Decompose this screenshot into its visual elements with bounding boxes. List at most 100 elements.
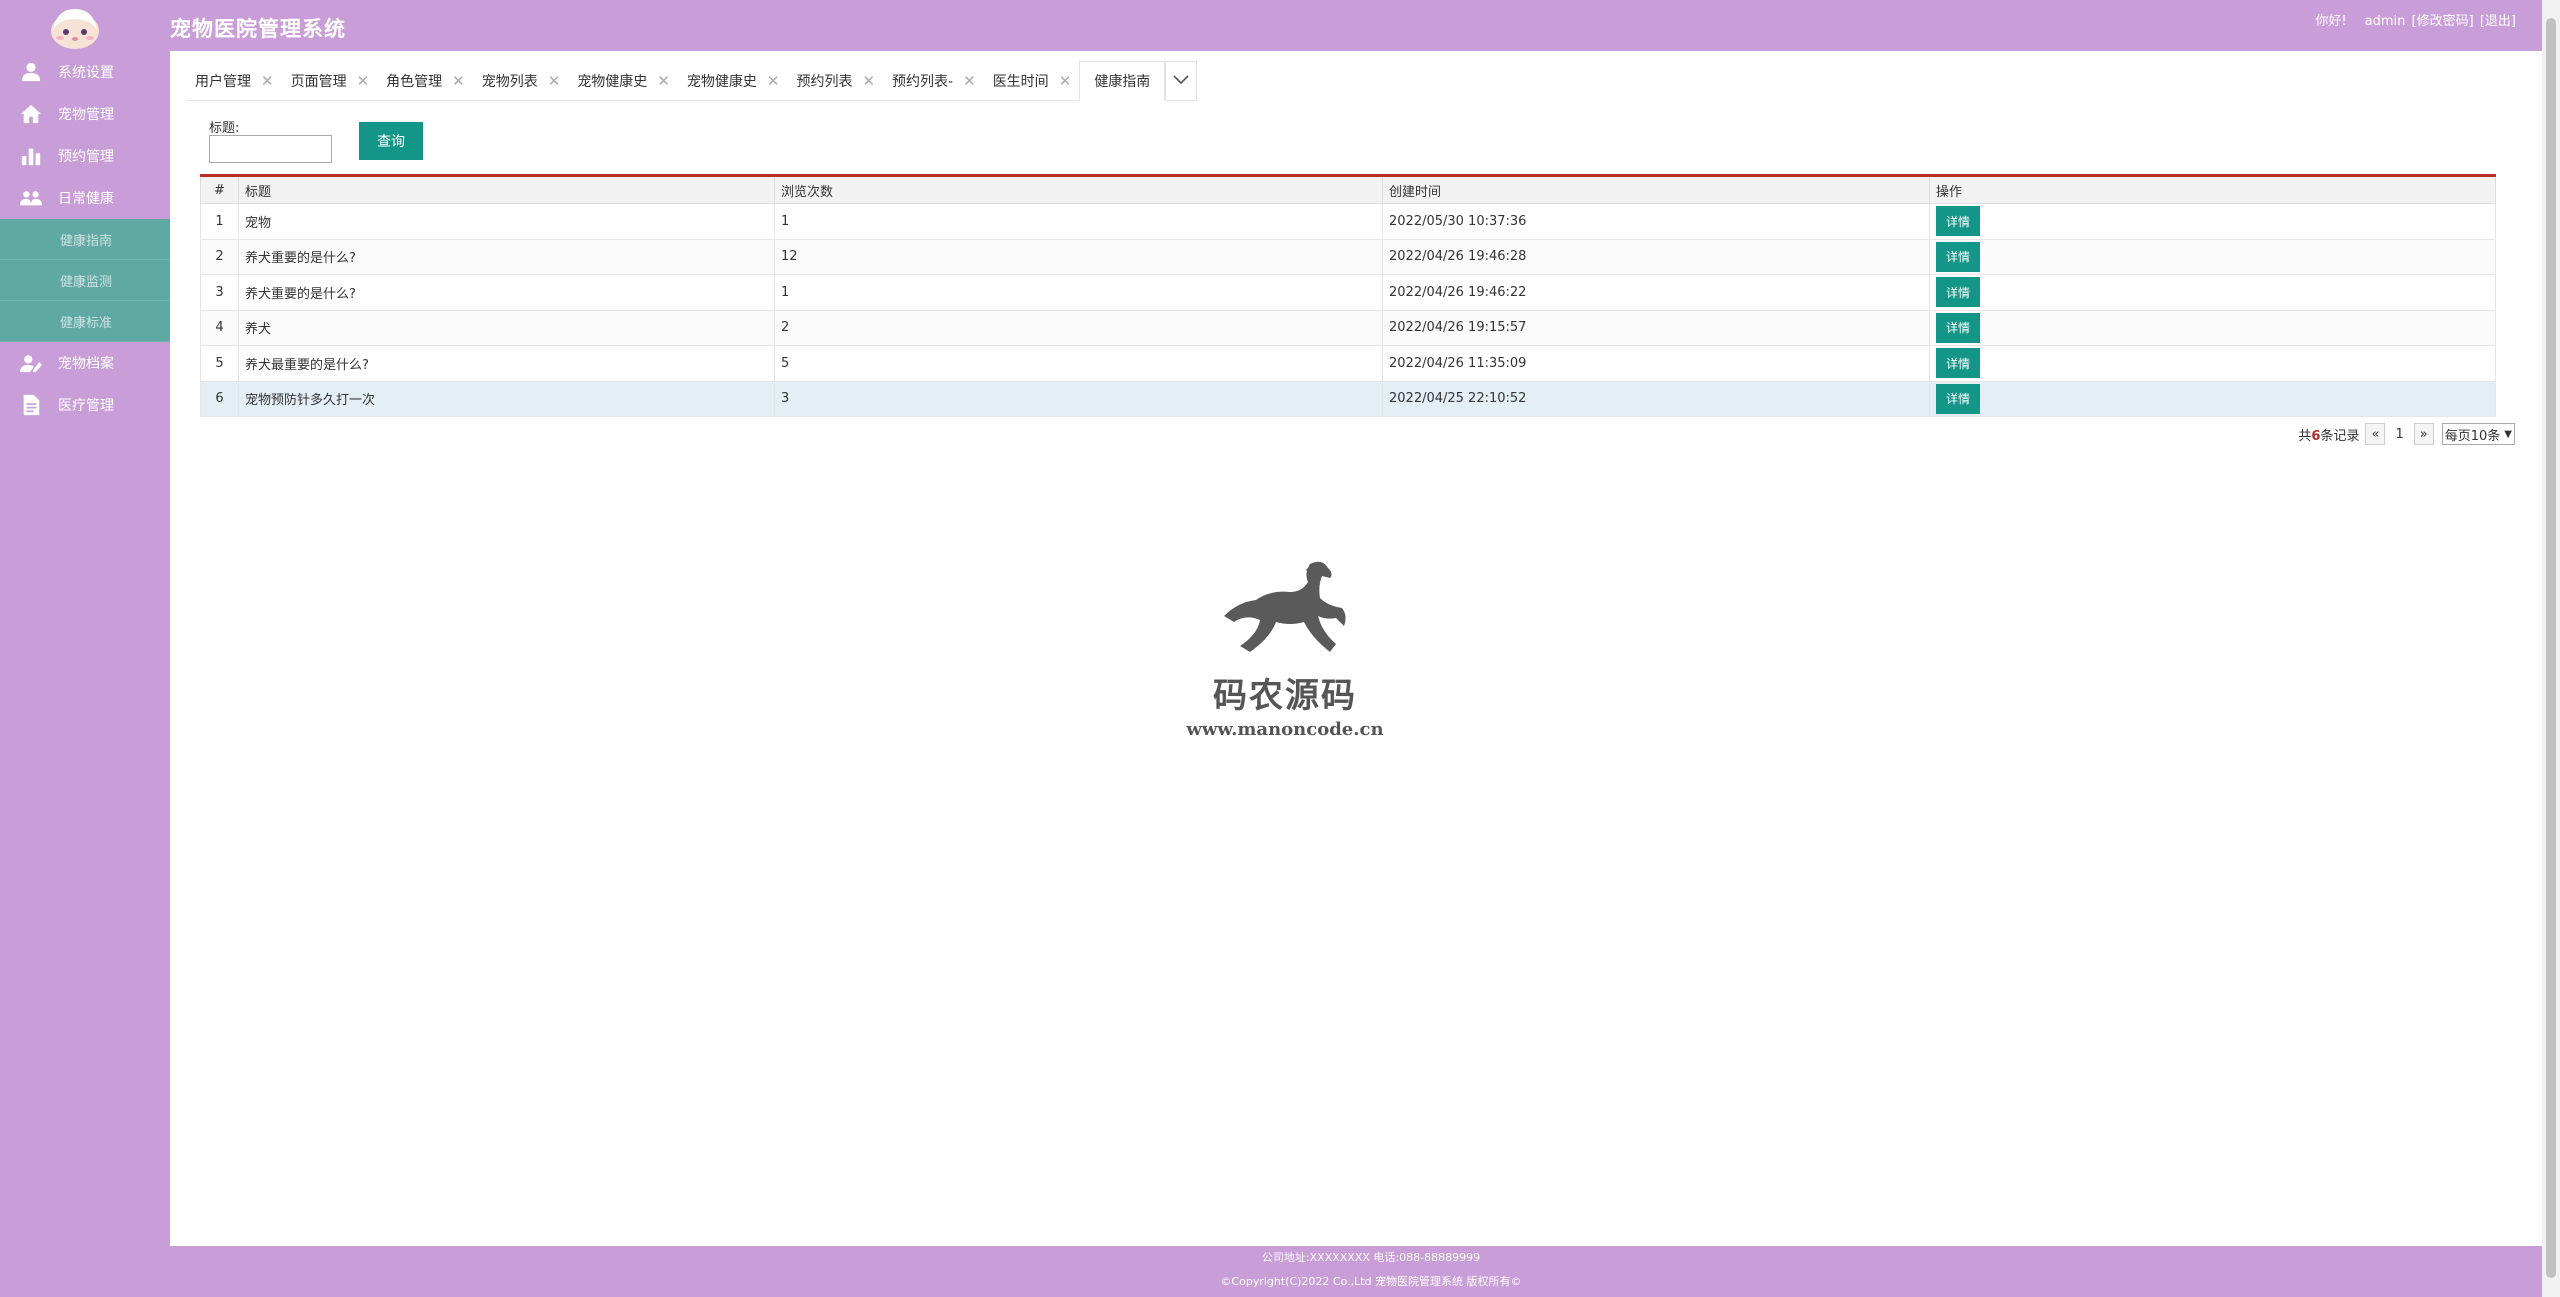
close-icon[interactable]: ✕ <box>657 72 670 90</box>
sidebar-item-daily-health[interactable]: 日常健康 <box>0 177 170 219</box>
chevron-down-icon: ▼ <box>2504 428 2512 440</box>
detail-button[interactable]: 详情 <box>1936 241 1980 272</box>
next-page-button[interactable]: » <box>2413 423 2434 445</box>
page-size-select[interactable]: 每页10条 ▼ <box>2441 423 2515 445</box>
row-title: 养犬重要的是什么? <box>238 238 775 275</box>
top-header: 宠物医院管理系统 你好! admin [修改密码] [退出] <box>0 0 2542 51</box>
table-row: 4 养犬 2 2022/04/26 19:15:57 详情 <box>200 309 2496 346</box>
sidebar-item-system-settings[interactable]: 系统设置 <box>0 51 170 93</box>
sidebar-item-appointment-management[interactable]: 预约管理 <box>0 135 170 177</box>
row-actions: 详情 <box>1929 345 2496 382</box>
watermark-text: 码农源码 <box>1213 676 1357 716</box>
change-password-link[interactable]: [修改密码] <box>2412 14 2474 29</box>
sidebar-subitem-health-standard[interactable]: 健康标准 <box>0 301 170 342</box>
row-title: 养犬最重要的是什么? <box>238 345 775 382</box>
row-title: 养犬 <box>238 309 775 346</box>
tab-label: 页面管理 <box>290 74 347 90</box>
row-views: 1 <box>774 203 1383 240</box>
search-button[interactable]: 查询 <box>359 122 423 160</box>
detail-button[interactable]: 详情 <box>1936 277 1980 308</box>
tab-more-button[interactable] <box>1165 61 1198 101</box>
sidebar-item-pet-management[interactable]: 宠物管理 <box>0 93 170 135</box>
close-icon[interactable]: ✕ <box>452 72 465 90</box>
column-header-index: # <box>200 175 239 204</box>
close-icon[interactable]: ✕ <box>548 72 561 90</box>
table-row: 3 养犬重要的是什么? 1 2022/04/26 19:46:22 详情 <box>200 274 2496 311</box>
vertical-scrollbar[interactable] <box>2542 0 2560 1297</box>
current-page[interactable]: 1 <box>2395 427 2403 442</box>
username: admin <box>2364 14 2406 29</box>
row-created: 2022/04/26 19:46:28 <box>1382 238 1930 275</box>
column-header-title: 标题 <box>238 175 775 204</box>
row-actions: 详情 <box>1929 238 2496 275</box>
table-row: 6 宠物预防针多久打一次 3 2022/04/25 22:10:52 详情 <box>200 380 2496 417</box>
table-row: 1 宠物 1 2022/05/30 10:37:36 详情 <box>200 203 2496 240</box>
row-actions: 详情 <box>1929 309 2496 346</box>
user-icon <box>20 61 42 83</box>
tab-bar: 用户管理 ✕ 页面管理 ✕ 角色管理 ✕ 宠物列表 ✕ 宠物健康史 ✕ 宠物健康史 ✕ 预约… <box>186 61 1198 101</box>
sidebar-item-medical-management[interactable]: 医疗管理 <box>0 384 170 426</box>
page-size-value: 每页10条 <box>2444 428 2501 444</box>
sidebar-item-pet-records[interactable]: 宠物档案 <box>0 342 170 384</box>
close-icon[interactable]: ✕ <box>261 72 274 90</box>
row-title: 宠物 <box>238 203 775 240</box>
prev-page-button[interactable]: « <box>2365 423 2386 445</box>
tab-label: 用户管理 <box>195 74 251 90</box>
watermark: 码农源码 www.manoncode.cn <box>1185 556 1385 740</box>
tab-doctor-time[interactable]: 医生时间 ✕ <box>984 61 1080 101</box>
user-info: 你好! admin [修改密码] [退出] <box>2301 10 2516 29</box>
detail-button[interactable]: 详情 <box>1936 348 1980 379</box>
table-row: 2 养犬重要的是什么? 12 2022/04/26 19:46:28 详情 <box>200 238 2496 275</box>
title-search-input[interactable] <box>209 135 332 163</box>
logout-link[interactable]: [退出] <box>2480 14 2516 29</box>
close-icon[interactable]: ✕ <box>963 72 976 90</box>
tab-health-guide[interactable]: 健康指南 <box>1079 61 1166 101</box>
app-logo <box>48 5 102 49</box>
edit-user-icon <box>20 352 42 374</box>
detail-button[interactable]: 详情 <box>1936 383 1980 414</box>
row-created: 2022/04/25 22:10:52 <box>1382 380 1930 417</box>
row-created: 2022/04/26 19:46:22 <box>1382 274 1930 311</box>
close-icon[interactable]: ✕ <box>862 72 875 90</box>
tab-page-management[interactable]: 页面管理 ✕ <box>282 61 378 101</box>
sidebar-item-label: 系统设置 <box>58 65 114 81</box>
row-index: 3 <box>200 274 239 311</box>
row-index: 4 <box>200 309 239 346</box>
row-created: 2022/04/26 11:35:09 <box>1382 345 1930 382</box>
sidebar-item-label: 预约管理 <box>58 149 114 165</box>
close-icon[interactable]: ✕ <box>1059 72 1072 90</box>
tab-user-management[interactable]: 用户管理 ✕ <box>186 61 282 101</box>
scrollbar-thumb[interactable] <box>2546 18 2556 1278</box>
detail-button[interactable]: 详情 <box>1936 206 1980 237</box>
tab-label: 健康指南 <box>1094 74 1151 90</box>
table-row: 5 养犬最重要的是什么? 5 2022/04/26 11:35:09 详情 <box>200 345 2496 382</box>
row-actions: 详情 <box>1929 203 2496 240</box>
chevron-down-icon <box>1173 73 1189 89</box>
row-views: 1 <box>774 274 1383 311</box>
tab-appointment-list[interactable]: 预约列表 ✕ <box>787 61 883 101</box>
close-icon[interactable]: ✕ <box>357 72 370 90</box>
tab-label: 预约列表- <box>892 74 954 90</box>
detail-button[interactable]: 详情 <box>1936 312 1980 343</box>
sidebar-subitem-health-monitoring[interactable]: 健康监测 <box>0 260 170 301</box>
pagination: 共6条记录 « 1 » 每页10条 ▼ <box>2298 423 2515 445</box>
column-header-created: 创建时间 <box>1382 175 1930 204</box>
row-index: 1 <box>200 203 239 240</box>
sidebar-subitem-health-guide[interactable]: 健康指南 <box>0 219 170 260</box>
tab-label: 宠物健康史 <box>686 74 757 90</box>
row-actions: 详情 <box>1929 380 2496 417</box>
tab-pet-health-history[interactable]: 宠物健康史 ✕ <box>568 61 678 101</box>
tab-role-management[interactable]: 角色管理 ✕ <box>377 61 473 101</box>
sidebar-item-label: 日常健康 <box>58 191 114 207</box>
tab-label: 角色管理 <box>386 74 443 90</box>
tab-label: 预约列表 <box>796 74 853 90</box>
table-header-row: # 标题 浏览次数 创建时间 操作 <box>200 175 2496 204</box>
tab-pet-list[interactable]: 宠物列表 ✕ <box>473 61 569 101</box>
row-views: 2 <box>774 309 1383 346</box>
group-icon <box>20 187 42 209</box>
close-icon[interactable]: ✕ <box>767 72 780 90</box>
tab-pet-health-history-2[interactable]: 宠物健康史 ✕ <box>678 61 788 101</box>
record-count: 共6条记录 <box>2298 425 2359 444</box>
tab-appointment-list-2[interactable]: 预约列表- ✕ <box>883 61 984 101</box>
row-index: 6 <box>200 380 239 417</box>
